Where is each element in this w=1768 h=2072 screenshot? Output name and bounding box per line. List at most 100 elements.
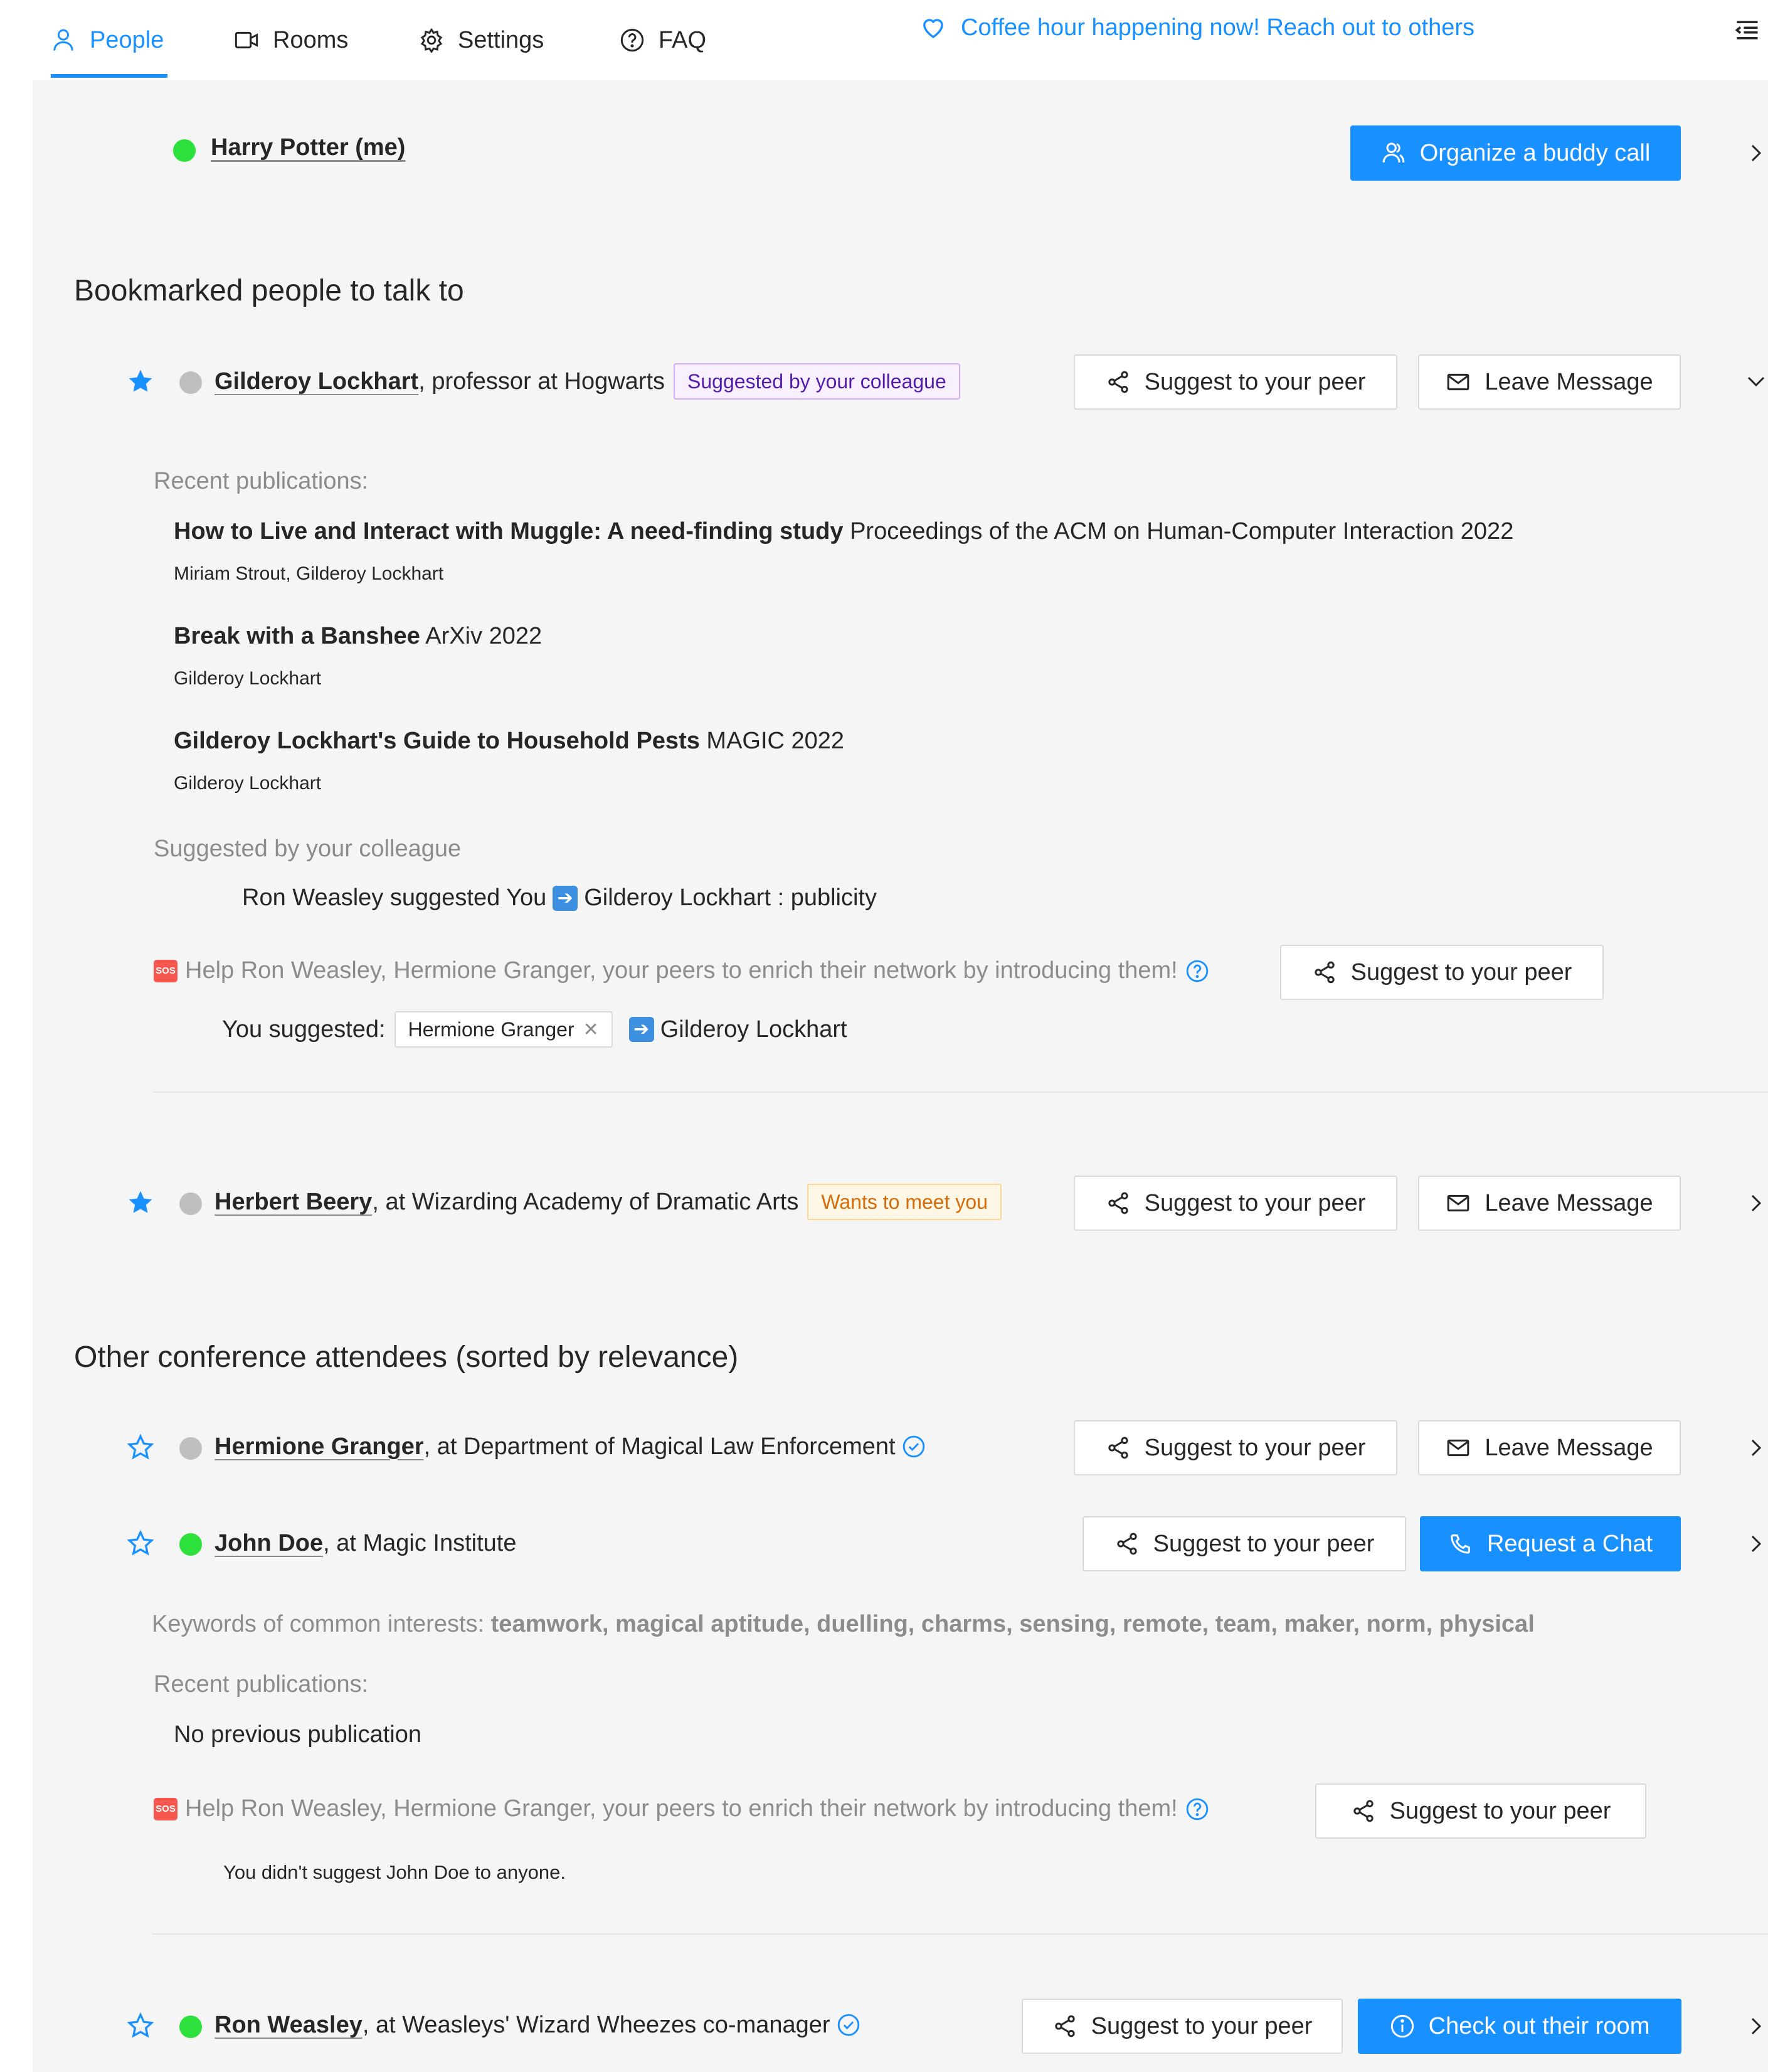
person-affiliation: , at Wizarding Academy of Dramatic Arts [372, 1188, 799, 1215]
chevron-right-icon[interactable] [1745, 1437, 1767, 1459]
chevron-down-icon[interactable] [1745, 370, 1767, 393]
heart-icon [923, 19, 943, 38]
sos-icon: SOS [154, 959, 177, 982]
tab-label: People [90, 26, 164, 53]
chevron-right-icon[interactable] [1745, 142, 1767, 164]
share-icon [1108, 1437, 1128, 1459]
colleague-suggestion: Ron Weasley suggested You ➔ Gilderoy Loc… [242, 885, 877, 911]
publication-title[interactable]: Gilderoy Lockhart's Guide to Household P… [174, 728, 844, 755]
person-gilderoy: Gilderoy Lockhart , professor at Hogwart… [214, 363, 960, 400]
chevron-right-icon[interactable] [1745, 1192, 1767, 1214]
tab-faq[interactable]: FAQ [620, 0, 706, 80]
suggest-to-peer-button[interactable]: Suggest to your peer [1022, 1999, 1343, 2054]
wants-to-meet-tag: Wants to meet you [807, 1184, 1002, 1220]
coffee-hour-banner[interactable]: Coffee hour happening now! Reach out to … [921, 10, 1474, 45]
video-icon [235, 31, 258, 49]
question-circle-icon [620, 28, 644, 52]
suggest-to-peer-button[interactable]: Suggest to your peer [1280, 945, 1604, 1000]
person-herbert: Herbert Beery , at Wizarding Academy of … [214, 1183, 1002, 1221]
user-icon [53, 29, 73, 51]
verified-check-icon [837, 2014, 859, 2036]
person-name[interactable]: Ron Weasley [214, 2012, 363, 2039]
banner-text: Coffee hour happening now! Reach out to … [961, 14, 1474, 41]
chevron-right-icon[interactable] [1745, 1533, 1767, 1555]
person-name[interactable]: Herbert Beery [214, 1189, 372, 1216]
arrow-right-icon: ➔ [628, 1017, 654, 1042]
tab-people[interactable]: People [51, 0, 164, 80]
question-circle-icon[interactable] [1185, 1797, 1209, 1821]
person-affiliation: , professor at Hogwarts [418, 368, 665, 395]
tab-settings[interactable]: Settings [419, 0, 544, 80]
active-tab-indicator [51, 74, 167, 78]
star-outline-icon[interactable] [127, 1433, 154, 1461]
close-icon[interactable]: ✕ [583, 1019, 599, 1041]
verified-check-icon [903, 1435, 924, 1458]
publication-authors: Gilderoy Lockhart [174, 668, 322, 689]
mail-icon [1448, 373, 1469, 391]
person-affiliation: , at Magic Institute [323, 1529, 517, 1556]
star-outline-icon[interactable] [127, 2012, 154, 2039]
others-section-title: Other conference attendees (sorted by re… [74, 1341, 739, 1374]
phone-icon [1451, 1534, 1470, 1554]
star-filled-icon[interactable] [127, 368, 154, 395]
tab-label: Settings [458, 26, 544, 53]
sos-icon: SOS [154, 1797, 177, 1820]
info-circle-icon [1390, 2014, 1414, 2038]
person-john-doe: John Doe , at Magic Institute [214, 1524, 517, 1562]
online-status-dot [179, 2016, 202, 2038]
share-icon [1054, 2015, 1075, 2037]
online-status-dot [173, 139, 196, 162]
suggest-to-peer-button[interactable]: Suggest to your peer [1074, 1176, 1397, 1231]
divider [154, 1092, 1768, 1093]
share-icon [1116, 1533, 1137, 1555]
my-name: Harry Potter (me) [211, 134, 406, 161]
publication-title[interactable]: How to Live and Interact with Muggle: A … [174, 518, 1513, 545]
offline-status-dot [179, 371, 202, 394]
publication-title[interactable]: Break with a Banshee ArXiv 2022 [174, 623, 542, 650]
no-publication-text: No previous publication [174, 1721, 422, 1748]
tab-label: Rooms [273, 26, 349, 53]
leave-message-button[interactable]: Leave Message [1418, 1420, 1681, 1475]
online-status-dot [179, 1533, 202, 1556]
person-name[interactable]: John Doe [214, 1530, 323, 1557]
person-name[interactable]: Gilderoy Lockhart [214, 368, 418, 395]
suggest-to-peer-button[interactable]: Suggest to your peer [1315, 1783, 1646, 1839]
bookmarked-section-title: Bookmarked people to talk to [74, 274, 464, 307]
suggest-to-peer-button[interactable]: Suggest to your peer [1083, 1516, 1406, 1571]
offline-status-dot [179, 1193, 202, 1215]
recent-publications-label: Recent publications: [154, 468, 369, 494]
mail-icon [1448, 1439, 1469, 1457]
mail-icon [1448, 1194, 1469, 1212]
share-icon [1108, 1192, 1128, 1214]
suggest-to-peer-button[interactable]: Suggest to your peer [1074, 1420, 1397, 1475]
question-circle-icon[interactable] [1185, 959, 1209, 983]
organize-buddy-call-button[interactable]: Organize a buddy call [1350, 125, 1681, 181]
suggest-to-peer-button[interactable]: Suggest to your peer [1074, 354, 1397, 410]
person-name[interactable]: Hermione Granger [214, 1433, 424, 1460]
not-suggested-text: You didn't suggest John Doe to anyone. [223, 1861, 566, 1883]
menu-fold-icon[interactable] [1734, 16, 1761, 44]
person-hermione: Hermione Granger , at Department of Magi… [214, 1428, 926, 1465]
share-icon [1108, 371, 1128, 393]
tab-label: FAQ [659, 26, 707, 53]
star-outline-icon[interactable] [127, 1529, 154, 1557]
suggested-person-tag[interactable]: Hermione Granger ✕ [394, 1011, 613, 1048]
request-chat-button[interactable]: Request a Chat [1420, 1516, 1681, 1571]
offline-status-dot [179, 1437, 202, 1460]
check-out-room-button[interactable]: Check out their room [1358, 1999, 1681, 2054]
star-filled-icon[interactable] [127, 1189, 154, 1216]
leave-message-button[interactable]: Leave Message [1418, 354, 1681, 410]
leave-message-button[interactable]: Leave Message [1418, 1176, 1681, 1231]
tab-rooms[interactable]: Rooms [234, 0, 348, 80]
publication-authors: Gilderoy Lockhart [174, 773, 322, 794]
share-icon [1353, 1800, 1374, 1822]
publication-authors: Miriam Strout, Gilderoy Lockhart [174, 563, 444, 584]
suggested-tag: Suggested by your colleague [674, 363, 960, 400]
person-affiliation: , at Department of Magical Law Enforceme… [423, 1433, 896, 1460]
person-ron: Ron Weasley , at Weasleys' Wizard Wheeze… [214, 2006, 860, 2044]
gear-icon [420, 28, 443, 53]
help-peers-line: SOS Help Ron Weasley, Hermione Granger, … [154, 1795, 1209, 1822]
chevron-right-icon[interactable] [1745, 2015, 1767, 2037]
users-icon [1382, 142, 1405, 163]
suggested-by-colleague-label: Suggested by your colleague [154, 836, 462, 862]
